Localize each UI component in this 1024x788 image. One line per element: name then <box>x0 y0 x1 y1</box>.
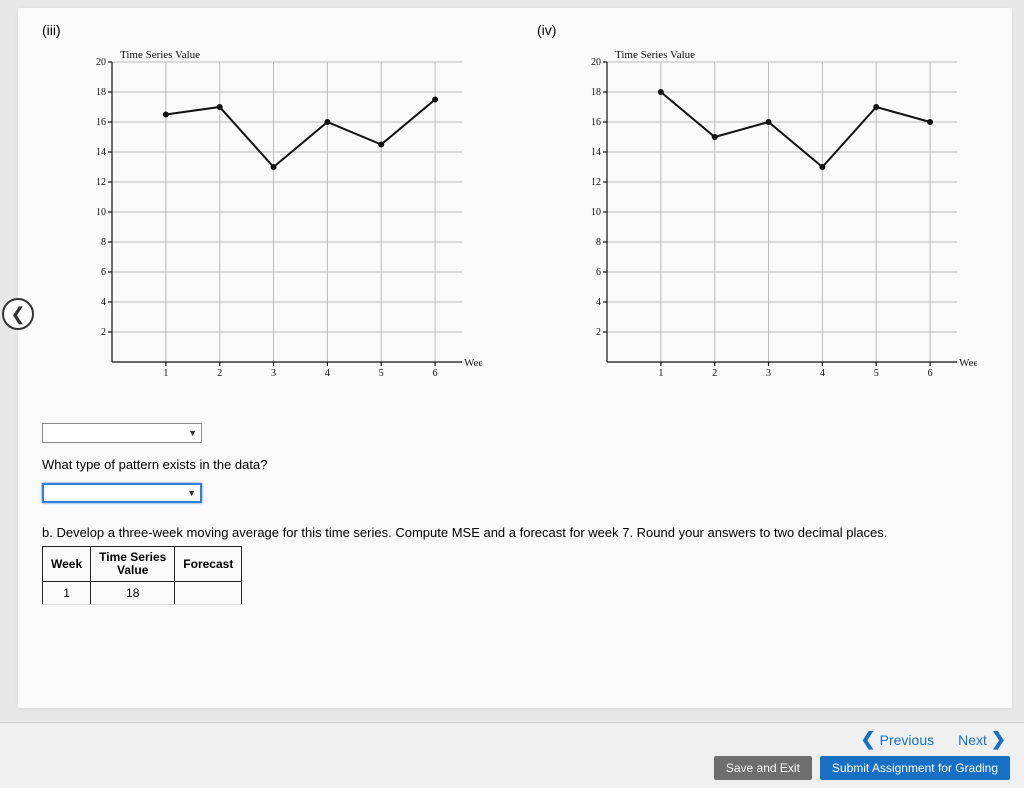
svg-text:18: 18 <box>591 87 601 98</box>
svg-text:4: 4 <box>596 297 601 308</box>
th-forecast: Forecast <box>175 547 242 582</box>
next-button[interactable]: Next ❯ <box>958 729 1006 750</box>
svg-text:6: 6 <box>433 368 438 379</box>
svg-text:1: 1 <box>163 368 168 379</box>
svg-text:Week(t): Week(t) <box>464 357 482 369</box>
question-text: What type of pattern exists in the data? <box>42 457 992 472</box>
svg-text:8: 8 <box>596 237 601 248</box>
svg-text:2: 2 <box>217 368 222 379</box>
svg-text:2: 2 <box>596 327 601 338</box>
svg-text:10: 10 <box>96 207 106 218</box>
svg-text:3: 3 <box>271 368 276 379</box>
svg-text:20: 20 <box>96 57 106 68</box>
chart-block-iii: (iii) 2468101214161820123456Time Series … <box>42 22 497 402</box>
th-week: Week <box>43 547 91 582</box>
prev-page-arrow[interactable]: ❮ <box>2 298 34 330</box>
svg-text:18: 18 <box>96 87 106 98</box>
cell-value-1: 18 <box>91 582 175 605</box>
svg-text:3: 3 <box>766 368 771 379</box>
chevron-left-icon: ❮ <box>861 729 876 750</box>
svg-text:8: 8 <box>101 237 106 248</box>
svg-text:10: 10 <box>591 207 601 218</box>
chart-label-iii: (iii) <box>42 22 497 38</box>
svg-text:12: 12 <box>591 177 601 188</box>
action-buttons: Save and Exit Submit Assignment for Grad… <box>714 756 1010 780</box>
svg-text:6: 6 <box>101 267 106 278</box>
svg-text:14: 14 <box>591 147 601 158</box>
svg-text:2: 2 <box>101 327 106 338</box>
svg-text:14: 14 <box>96 147 106 158</box>
chart-block-iv: (iv) 2468101214161820123456Time Series V… <box>537 22 992 402</box>
svg-text:5: 5 <box>874 368 879 379</box>
svg-text:12: 12 <box>96 177 106 188</box>
svg-text:5: 5 <box>379 368 384 379</box>
previous-label: Previous <box>880 732 934 748</box>
svg-text:Time Series Value: Time Series Value <box>615 49 695 61</box>
prev-next-nav: ❮ Previous Next ❯ <box>861 729 1006 750</box>
svg-text:2: 2 <box>712 368 717 379</box>
save-exit-button[interactable]: Save and Exit <box>714 756 812 780</box>
chart-label-iv: (iv) <box>537 22 992 38</box>
table-header-row: Week Time SeriesValue Forecast <box>43 547 242 582</box>
chevron-down-icon: ▼ <box>187 488 196 498</box>
chevron-down-icon: ▼ <box>188 428 197 438</box>
pattern-dropdown[interactable]: ▼ <box>42 483 202 503</box>
previous-button[interactable]: ❮ Previous <box>861 729 935 750</box>
page-content: ❮ (iii) 2468101214161820123456Time Serie… <box>18 8 1012 708</box>
svg-text:16: 16 <box>96 117 106 128</box>
svg-text:Week(t): Week(t) <box>959 357 977 369</box>
next-label: Next <box>958 732 987 748</box>
svg-text:4: 4 <box>820 368 825 379</box>
svg-text:6: 6 <box>928 368 933 379</box>
footer-bar: ❮ Previous Next ❯ Save and Exit Submit A… <box>0 722 1024 788</box>
svg-text:Time Series Value: Time Series Value <box>120 49 200 61</box>
charts-row: (iii) 2468101214161820123456Time Series … <box>42 22 992 402</box>
svg-text:20: 20 <box>591 57 601 68</box>
dropdown-1[interactable]: ▼ <box>42 423 202 443</box>
forecast-table: Week Time SeriesValue Forecast 1 18 <box>42 546 242 605</box>
chart-iv: 2468101214161820123456Time Series ValueW… <box>537 42 977 402</box>
svg-text:4: 4 <box>101 297 106 308</box>
chart-iii: 2468101214161820123456Time Series ValueW… <box>42 42 482 402</box>
section-b-text: b. Develop a three-week moving average f… <box>42 525 992 540</box>
svg-text:6: 6 <box>596 267 601 278</box>
chevron-right-icon: ❯ <box>991 729 1006 750</box>
table-row: 1 18 <box>43 582 242 605</box>
th-value: Time SeriesValue <box>91 547 175 582</box>
svg-text:16: 16 <box>591 117 601 128</box>
cell-week-1: 1 <box>43 582 91 605</box>
section-b: b. Develop a three-week moving average f… <box>42 525 992 605</box>
submit-button[interactable]: Submit Assignment for Grading <box>820 756 1010 780</box>
svg-text:1: 1 <box>658 368 663 379</box>
cell-forecast-1 <box>175 582 242 605</box>
svg-text:4: 4 <box>325 368 330 379</box>
